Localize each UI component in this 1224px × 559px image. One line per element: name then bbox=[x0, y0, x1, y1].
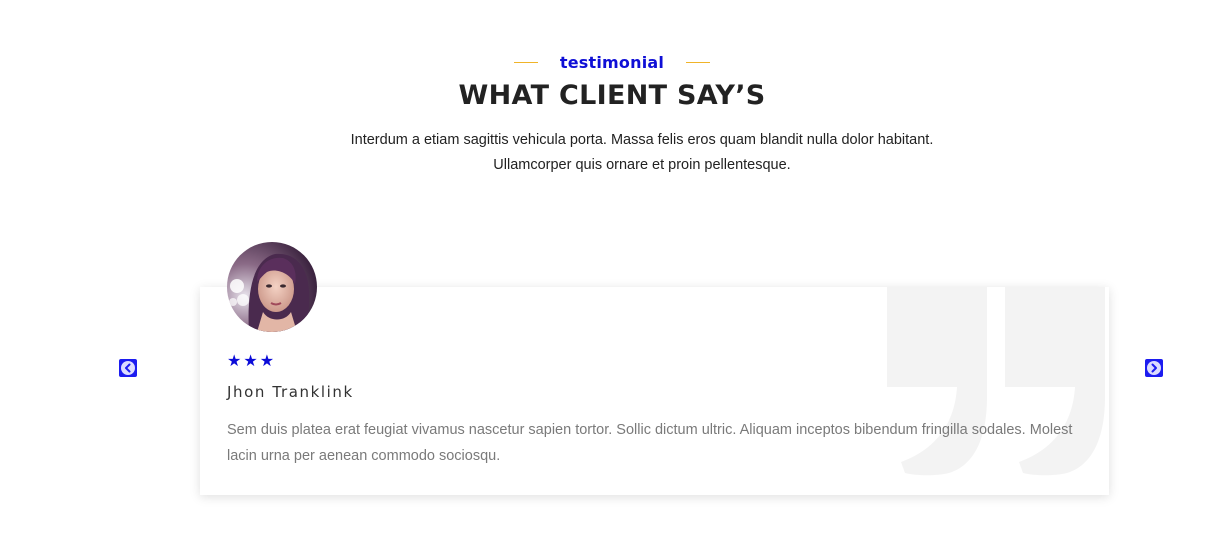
reviewer-name: Jhon Tranklink bbox=[227, 383, 354, 401]
star-icon: ★ bbox=[243, 351, 258, 370]
section-eyebrow: testimonial bbox=[0, 50, 1224, 74]
next-button[interactable] bbox=[1145, 359, 1163, 377]
star-icon: ★ bbox=[259, 351, 275, 370]
avatar bbox=[227, 242, 317, 332]
star-rating: ★ ★ ★ bbox=[227, 352, 274, 370]
testimonial-section: testimonial WHAT CLIENT SAY’S Interdum a… bbox=[0, 0, 1224, 559]
intro-line-2: Ullamcorper quis ornare et proin pellent… bbox=[493, 157, 791, 173]
eyebrow-line-right bbox=[686, 61, 711, 63]
intro-line-1: Interdum a etiam sagittis vehicula porta… bbox=[350, 132, 934, 148]
review-text: Sem duis platea erat feugiat vivamus nas… bbox=[227, 422, 1073, 464]
woman-portrait-photo bbox=[227, 242, 317, 332]
chevron-left-icon bbox=[121, 361, 135, 375]
eyebrow-label: testimonial bbox=[559, 52, 665, 72]
star-icon: ★ bbox=[227, 351, 242, 370]
prev-button[interactable] bbox=[119, 359, 137, 377]
section-title: WHAT CLIENT SAY’S bbox=[458, 80, 766, 111]
chevron-right-icon bbox=[1147, 361, 1161, 375]
section-intro: Interdum a etiam sagittis vehicula porta… bbox=[312, 128, 972, 178]
eyebrow-line-left bbox=[513, 61, 538, 63]
